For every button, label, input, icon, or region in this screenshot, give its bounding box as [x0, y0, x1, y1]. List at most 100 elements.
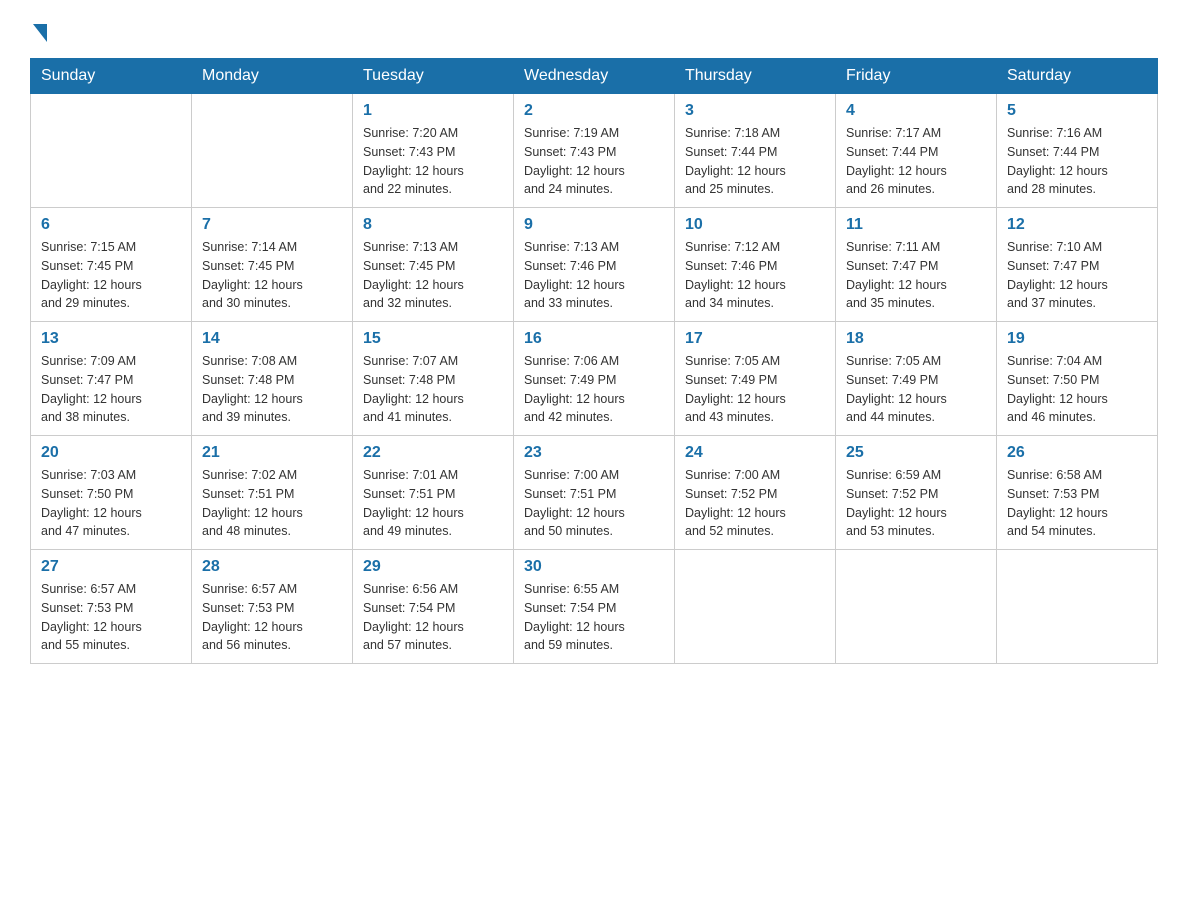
day-info: Sunrise: 6:56 AM Sunset: 7:54 PM Dayligh… [363, 580, 503, 655]
day-info: Sunrise: 7:00 AM Sunset: 7:51 PM Dayligh… [524, 466, 664, 541]
week-row-0: 1 Sunrise: 7:20 AM Sunset: 7:43 PM Daylig… [31, 94, 1158, 208]
day-info: Sunrise: 7:19 AM Sunset: 7:43 PM Dayligh… [524, 124, 664, 199]
calendar-cell: 23 Sunrise: 7:00 AM Sunset: 7:51 PM Dayli… [514, 436, 675, 550]
day-info: Sunrise: 7:17 AM Sunset: 7:44 PM Dayligh… [846, 124, 986, 199]
day-number: 18 [846, 330, 986, 348]
calendar-cell: 11 Sunrise: 7:11 AM Sunset: 7:47 PM Dayli… [836, 208, 997, 322]
calendar-cell: 28Sunrise: 6:57 AM Sunset: 7:53 PM Dayli… [192, 550, 353, 664]
calendar-cell: 9Sunrise: 7:13 AM Sunset: 7:46 PM Daylig… [514, 208, 675, 322]
day-info: Sunrise: 6:55 AM Sunset: 7:54 PM Dayligh… [524, 580, 664, 655]
day-info: Sunrise: 7:03 AM Sunset: 7:50 PM Dayligh… [41, 466, 181, 541]
calendar-cell: 7 Sunrise: 7:14 AM Sunset: 7:45 PM Daylig… [192, 208, 353, 322]
day-number: 28 [202, 558, 342, 576]
day-number: 15 [363, 330, 503, 348]
day-number: 2 [524, 102, 664, 120]
weekday-header-tuesday: Tuesday [353, 59, 514, 94]
calendar-table: SundayMondayTuesdayWednesdayThursdayFrid… [30, 58, 1158, 664]
day-number: 14 [202, 330, 342, 348]
day-info: Sunrise: 6:57 AM Sunset: 7:53 PM Dayligh… [41, 580, 181, 655]
calendar-cell: 14 Sunrise: 7:08 AM Sunset: 7:48 PM Dayli… [192, 322, 353, 436]
day-info: Sunrise: 7:08 AM Sunset: 7:48 PM Dayligh… [202, 352, 342, 427]
day-info: Sunrise: 7:13 AM Sunset: 7:46 PM Dayligh… [524, 238, 664, 313]
calendar-cell: 1 Sunrise: 7:20 AM Sunset: 7:43 PM Daylig… [353, 94, 514, 208]
week-row-3: 20Sunrise: 7:03 AM Sunset: 7:50 PM Dayli… [31, 436, 1158, 550]
weekday-header-wednesday: Wednesday [514, 59, 675, 94]
calendar-cell [836, 550, 997, 664]
day-number: 26 [1007, 444, 1147, 462]
day-number: 23 [524, 444, 664, 462]
calendar-cell: 12Sunrise: 7:10 AM Sunset: 7:47 PM Dayli… [997, 208, 1158, 322]
day-info: Sunrise: 7:14 AM Sunset: 7:45 PM Dayligh… [202, 238, 342, 313]
day-number: 6 [41, 216, 181, 234]
day-number: 1 [363, 102, 503, 120]
day-number: 25 [846, 444, 986, 462]
weekday-header-thursday: Thursday [675, 59, 836, 94]
calendar-cell: 4 Sunrise: 7:17 AM Sunset: 7:44 PM Daylig… [836, 94, 997, 208]
day-number: 27 [41, 558, 181, 576]
calendar-cell [192, 94, 353, 208]
page-header [30, 20, 1158, 38]
calendar-cell: 6 Sunrise: 7:15 AM Sunset: 7:45 PM Daylig… [31, 208, 192, 322]
calendar-cell: 29 Sunrise: 6:56 AM Sunset: 7:54 PM Dayli… [353, 550, 514, 664]
day-number: 8 [363, 216, 503, 234]
day-info: Sunrise: 7:15 AM Sunset: 7:45 PM Dayligh… [41, 238, 181, 313]
day-number: 4 [846, 102, 986, 120]
calendar-cell: 26Sunrise: 6:58 AM Sunset: 7:53 PM Dayli… [997, 436, 1158, 550]
logo-triangle-icon [33, 24, 47, 42]
day-info: Sunrise: 6:59 AM Sunset: 7:52 PM Dayligh… [846, 466, 986, 541]
week-row-4: 27 Sunrise: 6:57 AM Sunset: 7:53 PM Dayli… [31, 550, 1158, 664]
day-info: Sunrise: 7:20 AM Sunset: 7:43 PM Dayligh… [363, 124, 503, 199]
logo [30, 20, 47, 38]
day-info: Sunrise: 7:05 AM Sunset: 7:49 PM Dayligh… [685, 352, 825, 427]
day-number: 22 [363, 444, 503, 462]
weekday-header-row: SundayMondayTuesdayWednesdayThursdayFrid… [31, 59, 1158, 94]
day-number: 24 [685, 444, 825, 462]
day-number: 29 [363, 558, 503, 576]
day-info: Sunrise: 7:09 AM Sunset: 7:47 PM Dayligh… [41, 352, 181, 427]
day-number: 3 [685, 102, 825, 120]
calendar-cell: 17 Sunrise: 7:05 AM Sunset: 7:49 PM Dayli… [675, 322, 836, 436]
day-info: Sunrise: 7:07 AM Sunset: 7:48 PM Dayligh… [363, 352, 503, 427]
calendar-cell: 20Sunrise: 7:03 AM Sunset: 7:50 PM Dayli… [31, 436, 192, 550]
calendar-cell: 24 Sunrise: 7:00 AM Sunset: 7:52 PM Dayli… [675, 436, 836, 550]
calendar-cell: 5 Sunrise: 7:16 AM Sunset: 7:44 PM Daylig… [997, 94, 1158, 208]
day-info: Sunrise: 7:16 AM Sunset: 7:44 PM Dayligh… [1007, 124, 1147, 199]
calendar-cell: 8Sunrise: 7:13 AM Sunset: 7:45 PM Daylig… [353, 208, 514, 322]
day-number: 17 [685, 330, 825, 348]
calendar-cell: 3 Sunrise: 7:18 AM Sunset: 7:44 PM Daylig… [675, 94, 836, 208]
calendar-cell: 2 Sunrise: 7:19 AM Sunset: 7:43 PM Daylig… [514, 94, 675, 208]
day-number: 10 [685, 216, 825, 234]
weekday-header-monday: Monday [192, 59, 353, 94]
day-number: 5 [1007, 102, 1147, 120]
day-info: Sunrise: 7:12 AM Sunset: 7:46 PM Dayligh… [685, 238, 825, 313]
calendar-cell: 13 Sunrise: 7:09 AM Sunset: 7:47 PM Dayli… [31, 322, 192, 436]
calendar-cell: 21 Sunrise: 7:02 AM Sunset: 7:51 PM Dayli… [192, 436, 353, 550]
calendar-cell: 10 Sunrise: 7:12 AM Sunset: 7:46 PM Dayli… [675, 208, 836, 322]
day-info: Sunrise: 7:04 AM Sunset: 7:50 PM Dayligh… [1007, 352, 1147, 427]
day-info: Sunrise: 7:05 AM Sunset: 7:49 PM Dayligh… [846, 352, 986, 427]
weekday-header-friday: Friday [836, 59, 997, 94]
day-number: 7 [202, 216, 342, 234]
day-number: 19 [1007, 330, 1147, 348]
calendar-cell: 18 Sunrise: 7:05 AM Sunset: 7:49 PM Dayli… [836, 322, 997, 436]
day-info: Sunrise: 7:01 AM Sunset: 7:51 PM Dayligh… [363, 466, 503, 541]
calendar-cell: 15 Sunrise: 7:07 AM Sunset: 7:48 PM Dayli… [353, 322, 514, 436]
weekday-header-sunday: Sunday [31, 59, 192, 94]
calendar-cell: 27 Sunrise: 6:57 AM Sunset: 7:53 PM Dayli… [31, 550, 192, 664]
day-number: 13 [41, 330, 181, 348]
day-info: Sunrise: 7:02 AM Sunset: 7:51 PM Dayligh… [202, 466, 342, 541]
day-info: Sunrise: 7:18 AM Sunset: 7:44 PM Dayligh… [685, 124, 825, 199]
day-info: Sunrise: 7:00 AM Sunset: 7:52 PM Dayligh… [685, 466, 825, 541]
calendar-cell: 22 Sunrise: 7:01 AM Sunset: 7:51 PM Dayli… [353, 436, 514, 550]
day-info: Sunrise: 7:06 AM Sunset: 7:49 PM Dayligh… [524, 352, 664, 427]
weekday-header-saturday: Saturday [997, 59, 1158, 94]
calendar-cell [31, 94, 192, 208]
day-info: Sunrise: 7:11 AM Sunset: 7:47 PM Dayligh… [846, 238, 986, 313]
day-number: 16 [524, 330, 664, 348]
day-number: 11 [846, 216, 986, 234]
calendar-cell: 16 Sunrise: 7:06 AM Sunset: 7:49 PM Dayli… [514, 322, 675, 436]
week-row-1: 6 Sunrise: 7:15 AM Sunset: 7:45 PM Daylig… [31, 208, 1158, 322]
day-number: 30 [524, 558, 664, 576]
day-number: 12 [1007, 216, 1147, 234]
day-number: 21 [202, 444, 342, 462]
